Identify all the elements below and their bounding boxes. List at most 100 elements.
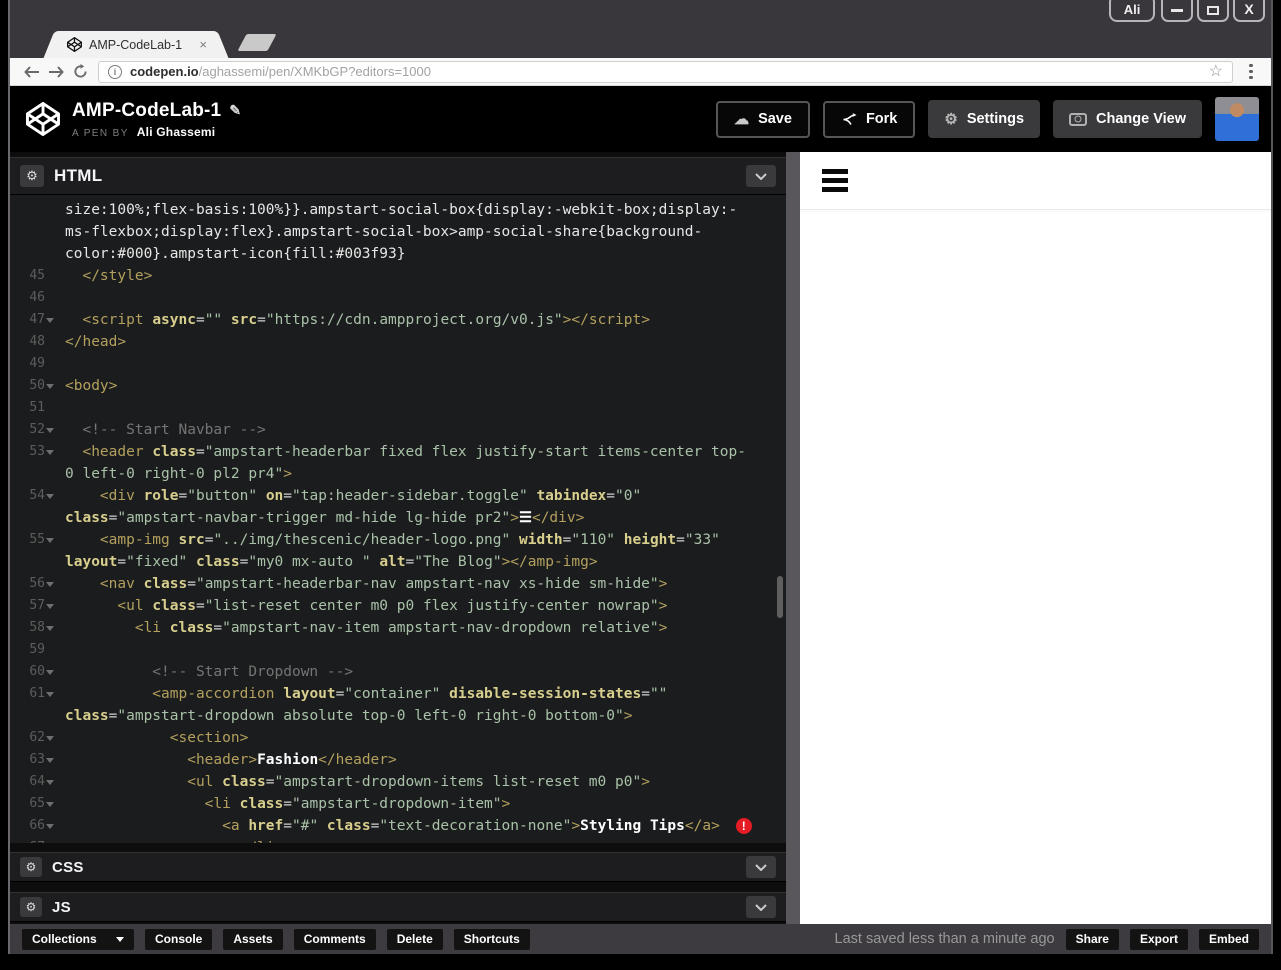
code-line[interactable]: 64 <ul class="ampstart-dropdown-items li… [10,771,786,793]
code-line[interactable]: 54 <div role="button" on="tap:header-sid… [10,485,786,507]
hamburger-menu-icon[interactable] [822,165,848,196]
author-link[interactable]: Ali Ghassemi [137,125,215,139]
js-collapse-button[interactable] [746,896,776,918]
forward-button[interactable] [44,65,68,78]
css-panel-header[interactable]: ⚙ CSS [10,852,786,882]
console-button[interactable]: Console [145,928,213,950]
css-settings-gear-icon[interactable]: ⚙ [20,857,42,877]
assets-button[interactable]: Assets [223,928,283,950]
fold-arrow-icon[interactable] [45,799,55,809]
html-settings-gear-icon[interactable]: ⚙ [20,165,44,187]
browser-tab[interactable]: AMP-CodeLab-1 × [57,31,215,58]
code-line[interactable]: 55 <amp-img src="../img/thescenic/header… [10,529,786,551]
fold-arrow-icon[interactable] [45,821,55,831]
collections-dropdown[interactable]: Collections [22,928,134,950]
code-line[interactable]: 46 [10,287,786,309]
code-line[interactable]: ms-flexbox;display:flex}.ampstart-social… [10,221,786,243]
html-collapse-button[interactable] [746,165,776,187]
code-line[interactable]: 56 <nav class="ampstart-headerbar-nav am… [10,573,786,595]
fold-arrow-icon[interactable] [45,579,55,589]
fold-arrow-icon[interactable] [45,425,55,435]
html-code-editor[interactable]: size:100%;flex-basis:100%}}.ampstart-soc… [10,195,786,843]
edit-pencil-icon[interactable]: ✎ [229,102,241,119]
code-line[interactable]: layout="fixed" class="my0 mx-auto " alt=… [10,551,786,573]
fold-arrow-icon[interactable] [45,601,55,611]
browser-menu-button[interactable] [1241,63,1261,80]
fold-arrow-icon[interactable] [45,667,55,677]
code-line[interactable]: 66 <a href="#" class="text-decoration-no… [10,815,786,837]
gutter: 51 [10,397,58,419]
info-circle-icon[interactable]: i [108,64,122,79]
error-badge-icon[interactable]: ! [735,818,752,834]
avatar[interactable] [1215,97,1259,141]
save-button[interactable]: ☁ Save [716,100,810,138]
close-window-button[interactable]: X [1233,0,1265,22]
code-line[interactable]: 47 <script async="" src="https://cdn.amp… [10,309,786,331]
export-button[interactable]: Export [1129,928,1188,950]
code-line[interactable]: 59 [10,639,786,661]
fold-arrow-icon[interactable] [45,623,55,633]
refresh-icon [73,64,87,78]
code-line[interactable]: 49 [10,353,786,375]
code-text: </style> [65,268,153,284]
fold-arrow-icon[interactable] [45,447,55,457]
code-line[interactable]: color:#000}.ampstart-icon{fill:#003f93} [10,243,786,265]
code-line[interactable]: 50 <body> [10,375,786,397]
code-line[interactable]: 61 <amp-accordion layout="container" dis… [10,683,786,705]
code-line[interactable]: 51 [10,397,786,419]
fold-arrow-icon[interactable] [45,689,55,699]
code-line[interactable]: 52 <!-- Start Navbar --> [10,419,786,441]
code-line[interactable]: 58 <li class="ampstart-nav-item ampstart… [10,617,786,639]
fold-arrow-icon[interactable] [45,381,55,391]
profile-button[interactable]: Ali [1109,0,1155,22]
fold-arrow-icon[interactable] [45,733,55,743]
bookmark-star-icon[interactable]: ☆ [1209,63,1223,80]
shortcuts-button[interactable]: Shortcuts [453,928,530,950]
fold-arrow-icon[interactable] [45,755,55,765]
code-text: class="ampstart-navbar-trigger md-hide l… [65,510,585,526]
code-line[interactable]: 53 <header class="ampstart-headerbar fix… [10,441,786,463]
code-line[interactable]: 45 </style> [10,265,786,287]
code-line[interactable]: 63 <header>Fashion</header> [10,749,786,771]
fork-button[interactable]: Fork [822,100,916,138]
code-line[interactable]: class="ampstart-dropdown absolute top-0 … [10,705,786,727]
fold-arrow-icon[interactable] [45,535,55,545]
change-view-button[interactable]: Change View [1053,100,1202,138]
js-settings-gear-icon[interactable]: ⚙ [20,897,42,917]
share-button[interactable]: Share [1065,928,1119,950]
editor-scrollbar[interactable] [777,576,783,618]
code-line[interactable]: 0 left-0 right-0 pl2 pr4"> [10,463,786,485]
js-panel-header[interactable]: ⚙ JS [10,892,786,922]
arrow-left-icon [24,65,39,78]
reload-button[interactable] [68,64,92,79]
code-line[interactable]: 62 <section> [10,727,786,749]
eye-box-icon [1069,112,1088,126]
code-line[interactable]: size:100%;flex-basis:100%}}.ampstart-soc… [10,199,786,221]
code-line[interactable]: class="ampstart-navbar-trigger md-hide l… [10,507,786,529]
settings-button[interactable]: ⚙ Settings [928,100,1041,138]
gutter: 46 [10,287,58,309]
css-collapse-button[interactable] [746,856,776,878]
code-line[interactable]: 57 <ul class="list-reset center m0 p0 fl… [10,595,786,617]
fold-arrow-icon[interactable] [45,491,55,501]
tab-close-icon[interactable]: × [199,37,207,52]
embed-button[interactable]: Embed [1198,928,1259,950]
html-panel-header[interactable]: ⚙ HTML [10,157,786,195]
minimize-button[interactable] [1161,0,1193,22]
code-line[interactable]: 65 <li class="ampstart-dropdown-item"> [10,793,786,815]
back-button[interactable] [20,65,44,78]
new-tab-button[interactable] [237,34,277,51]
panel-divider[interactable] [786,152,800,924]
fold-arrow-icon[interactable] [45,315,55,325]
delete-button[interactable]: Delete [386,928,443,950]
comments-button[interactable]: Comments [293,928,376,950]
code-line[interactable]: 48 </head> [10,331,786,353]
code-line[interactable]: 60 <!-- Start Dropdown --> [10,661,786,683]
code-line[interactable]: 67 </li> [10,837,786,843]
line-number: 66 [29,818,45,833]
maximize-button[interactable] [1197,0,1229,22]
code-text: <a href="#" class="text-decoration-none"… [58,815,752,837]
fold-arrow-icon[interactable] [45,777,55,787]
url-bar[interactable]: i codepen.io/aghassemi/pen/XMKbGP?editor… [98,60,1233,83]
